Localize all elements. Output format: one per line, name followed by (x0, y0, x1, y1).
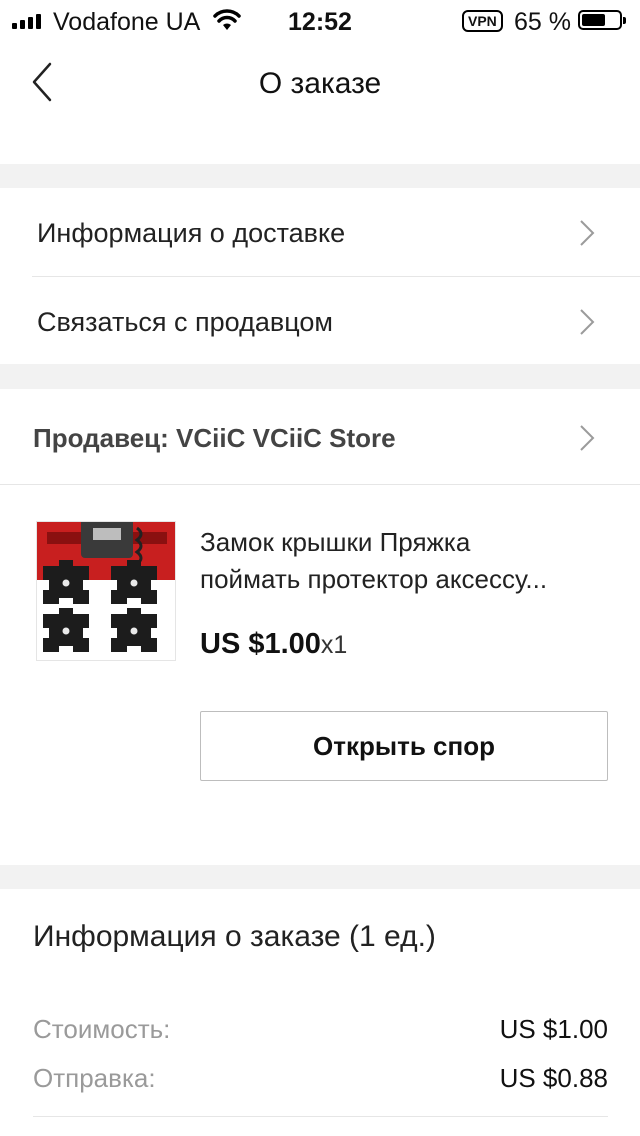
section-gap (0, 164, 640, 188)
nav-bar: О заказе (0, 40, 640, 128)
section-gap (0, 865, 640, 889)
delivery-info-label: Информация о доставке (37, 218, 346, 248)
chevron-right-icon (580, 425, 595, 451)
shipping-value: US $0.88 (499, 1063, 608, 1093)
section-gap (0, 364, 640, 389)
cost-row: Стоимость: US $1.00 (33, 1014, 608, 1045)
chevron-right-icon (580, 220, 595, 246)
cost-label: Стоимость: (33, 1014, 171, 1044)
product-title-line: Замок крышки Пряжка (200, 527, 471, 557)
shipping-label: Отправка: (33, 1063, 156, 1093)
contact-seller-label: Связаться с продавцом (37, 307, 333, 337)
seller-name: Продавец: VCiiC VCiiC Store (33, 423, 396, 453)
shipping-row: Отправка: US $0.88 (33, 1063, 608, 1094)
delivery-info-row[interactable]: Информация о доставке (0, 188, 640, 276)
battery-icon (578, 10, 626, 30)
vpn-badge: VPN (462, 10, 503, 32)
cost-value: US $1.00 (499, 1014, 608, 1044)
product-quantity: x1 (320, 631, 348, 659)
product-price-block: US $1.00x1 (200, 628, 347, 661)
contact-seller-row[interactable]: Связаться с продавцом (0, 277, 640, 364)
battery-percent: 65 % (514, 8, 571, 36)
open-dispute-button[interactable]: Открыть спор (200, 711, 608, 781)
order-info-title: Информация о заказе (1 ед.) (33, 920, 436, 953)
divider (33, 1116, 608, 1117)
status-bar: Vodafone UA 12:52 VPN 65 % (0, 0, 640, 40)
chevron-right-icon (580, 309, 595, 335)
divider (0, 484, 640, 485)
product-title-line: поймать протектор аксессу... (200, 564, 548, 594)
seller-row[interactable]: Продавец: VCiiC VCiiC Store (0, 389, 640, 484)
product-price: US $1.00 (200, 628, 321, 660)
product-title[interactable]: Замок крышки Пряжка поймать протектор ак… (200, 524, 610, 598)
page-title: О заказе (258, 67, 382, 100)
product-thumbnail[interactable] (36, 521, 176, 661)
